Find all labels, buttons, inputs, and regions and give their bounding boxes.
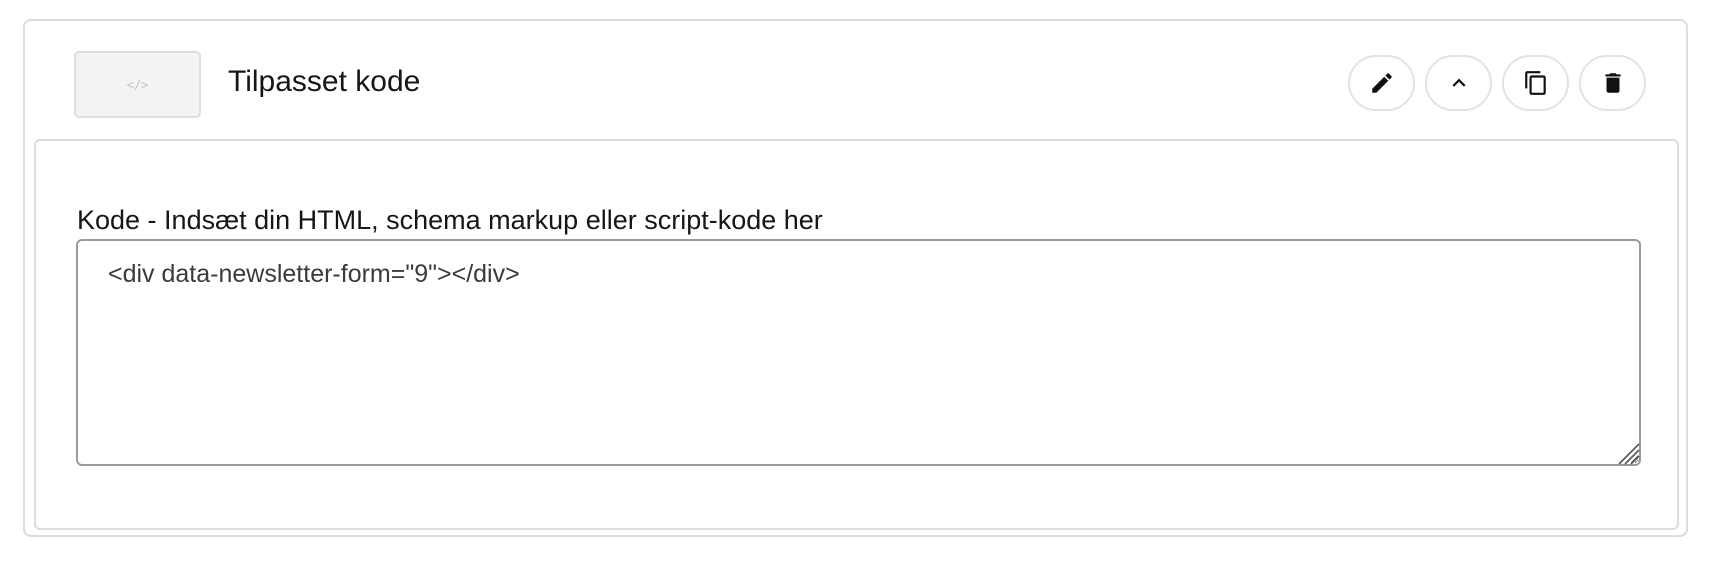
chevron-up-icon <box>1446 70 1472 96</box>
custom-code-block: </> Tilpasset kode Kode - Indsæt din HTM… <box>23 19 1688 537</box>
delete-button[interactable] <box>1579 55 1646 111</box>
code-textarea[interactable]: <div data-newsletter-form="9"></div> <box>76 239 1641 466</box>
block-thumbnail: </> <box>74 51 201 118</box>
copy-icon <box>1523 70 1549 96</box>
pencil-icon <box>1369 70 1395 96</box>
block-header: </> Tilpasset kode <box>25 21 1686 139</box>
block-body: Kode - Indsæt din HTML, schema markup el… <box>34 139 1679 530</box>
collapse-button[interactable] <box>1425 55 1492 111</box>
code-icon: </> <box>126 77 149 92</box>
code-field-label: Kode - Indsæt din HTML, schema markup el… <box>77 205 823 235</box>
edit-button[interactable] <box>1348 55 1415 111</box>
trash-icon <box>1600 70 1626 96</box>
block-title: Tilpasset kode <box>228 65 421 98</box>
block-actions <box>1348 55 1646 111</box>
duplicate-button[interactable] <box>1502 55 1569 111</box>
